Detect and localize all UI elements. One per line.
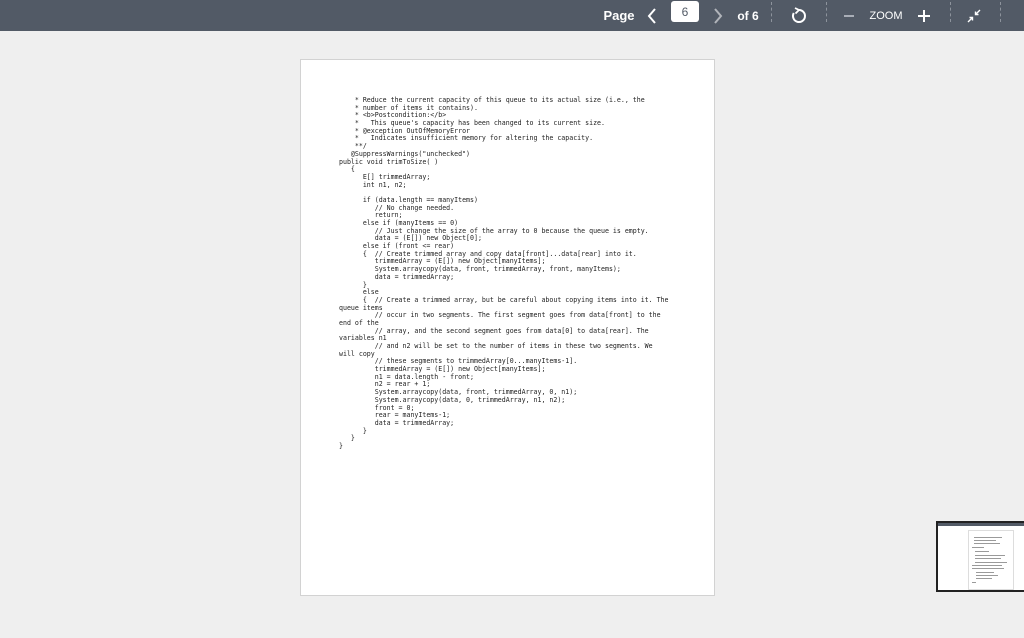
- toolbar-divider: [950, 2, 951, 22]
- thumbnail-text-line: [972, 565, 1002, 566]
- thumbnail-text-line: [975, 558, 1001, 559]
- thumbnail-text-line: [972, 568, 1004, 569]
- page-number-input[interactable]: [671, 1, 699, 22]
- thumbnail-text-line: [975, 562, 1007, 563]
- page-thumbnail[interactable]: [936, 521, 1024, 592]
- thumbnail-text-line: [974, 543, 1000, 544]
- zoom-in-button[interactable]: [913, 0, 935, 31]
- thumbnail-page: [968, 530, 1014, 590]
- plus-icon: [918, 9, 930, 22]
- document-page: * Reduce the current capacity of this qu…: [300, 59, 715, 596]
- zoom-label: ZOOM: [869, 9, 903, 22]
- thumbnail-text-line: [975, 551, 989, 552]
- thumbnail-text-line: [972, 547, 984, 548]
- exit-fullscreen-button[interactable]: [962, 0, 986, 31]
- collapse-icon: [967, 9, 981, 22]
- prev-page-button[interactable]: [642, 0, 662, 31]
- thumbnail-text-line: [974, 540, 996, 541]
- rotate-icon: [792, 6, 806, 23]
- thumbnail-text-line: [976, 575, 998, 576]
- code-listing: * Reduce the current capacity of this qu…: [339, 96, 669, 450]
- next-page-button[interactable]: [708, 0, 728, 31]
- minus-icon: [844, 14, 854, 17]
- toolbar-divider: [1000, 2, 1001, 22]
- page-total: of 6: [737, 8, 759, 23]
- rotate-button[interactable]: [786, 0, 812, 31]
- viewer-toolbar: Page of 6 ZOOM: [0, 0, 1024, 31]
- thumbnail-text-line: [974, 537, 1002, 538]
- toolbar-divider: [826, 2, 827, 22]
- toolbar-divider: [771, 2, 772, 22]
- chevron-right-icon: [714, 7, 723, 24]
- thumbnail-text-line: [976, 578, 992, 579]
- thumbnail-toolbar: [938, 523, 1024, 526]
- thumbnail-text-line: [975, 555, 1005, 556]
- chevron-left-icon: [647, 7, 656, 24]
- zoom-out-button[interactable]: [841, 0, 857, 31]
- thumbnail-text-line: [976, 572, 994, 573]
- page-label: Page: [603, 8, 635, 23]
- thumbnail-text-line: [972, 582, 976, 583]
